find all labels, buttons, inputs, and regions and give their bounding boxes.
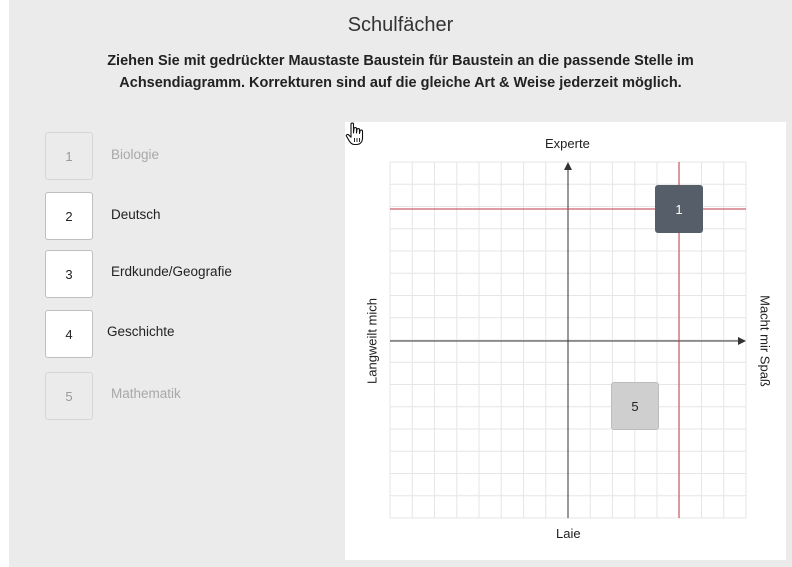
item-label-1: Biologie (111, 147, 160, 162)
list-item-biologie: 1 Biologie (45, 132, 325, 180)
placed-chip-5[interactable]: 5 (611, 382, 659, 430)
list-item-deutsch[interactable]: 2 Deutsch (45, 192, 325, 240)
axis-label-right: Macht mir Spaß (757, 295, 773, 387)
instructions-text: Ziehen Sie mit gedrückter Maustaste Baus… (107, 53, 694, 91)
list-item-mathematik: 5 Mathematik (45, 372, 325, 420)
dragging-chip-1[interactable]: 1 (655, 185, 703, 233)
item-box-3[interactable]: 3 (45, 250, 93, 298)
item-label-4: Geschichte (107, 324, 175, 339)
page-title: Schulfächer (347, 14, 454, 36)
hand-pointer-icon (345, 122, 364, 146)
item-box-1: 1 (45, 132, 93, 180)
list-item-geschichte[interactable]: 4 Geschichte (45, 310, 325, 358)
diagram-grid (389, 161, 747, 519)
axis-diagram[interactable]: Experte Laie Langweilt mich Macht mir Sp… (345, 122, 786, 560)
axis-label-left: Langweilt mich (364, 298, 380, 384)
item-box-2[interactable]: 2 (45, 192, 93, 240)
item-box-4[interactable]: 4 (45, 310, 93, 358)
y-axis-arrow (564, 162, 572, 170)
list-item-erdkunde[interactable]: 3 Erdkunde/Geografie (45, 250, 325, 298)
x-axis-arrow (738, 337, 746, 345)
item-label-2: Deutsch (111, 207, 161, 222)
axis-label-bottom: Laie (556, 526, 581, 541)
item-label-3: Erdkunde/Geografie (111, 264, 232, 279)
item-box-5: 5 (45, 372, 93, 420)
axis-label-top: Experte (545, 136, 590, 151)
item-label-5: Mathematik (111, 386, 181, 401)
